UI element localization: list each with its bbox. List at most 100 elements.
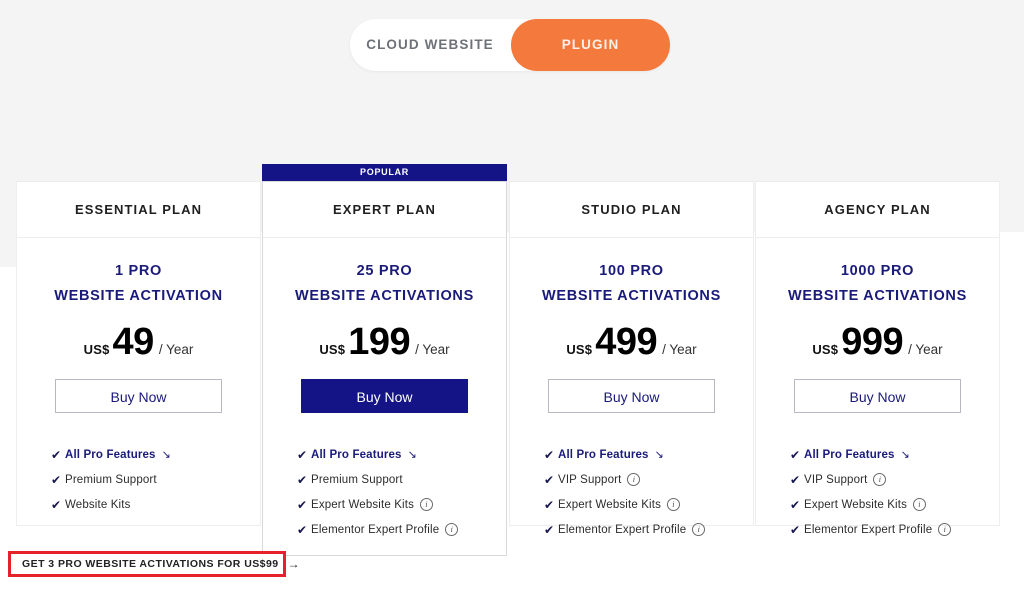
feature-item: ✔ VIP Support i — [544, 467, 753, 492]
price-period: / Year — [908, 342, 943, 357]
plan-title: EXPERT PLAN — [263, 182, 506, 238]
plan-price: US$ 49 / Year — [17, 323, 260, 361]
popular-badge: POPULAR — [262, 164, 507, 181]
info-icon[interactable]: i — [692, 523, 706, 536]
feature-label: Expert Website Kits — [804, 498, 907, 511]
arrow-down-right-icon[interactable]: ↘ — [162, 448, 171, 461]
promo-link-highlight[interactable]: GET 3 PRO WEBSITE ACTIVATIONS FOR US$99 … — [8, 551, 300, 577]
feature-item: ✔ Expert Website Kits i — [544, 492, 753, 517]
check-icon: ✔ — [297, 522, 308, 537]
buy-now-button[interactable]: Buy Now — [794, 379, 961, 413]
feature-item: ✔ Expert Website Kits i — [790, 492, 999, 517]
buy-now-button[interactable]: Buy Now — [301, 379, 468, 413]
check-icon: ✔ — [297, 472, 308, 487]
check-icon: ✔ — [790, 497, 801, 512]
price-currency: US$ — [566, 342, 593, 357]
plan-activation-count: 1000 PRO — [840, 263, 915, 279]
feature-item: ✔ Elementor Expert Profile i — [544, 517, 753, 542]
feature-label: Elementor Expert Profile — [804, 523, 933, 536]
price-amount: 49 — [112, 321, 155, 363]
feature-item: ✔ Premium Support — [297, 467, 506, 492]
price-amount: 499 — [595, 321, 658, 363]
plan-feature-list: ✔ All Pro Features ↘ ✔ Premium Support ✔… — [17, 442, 260, 517]
feature-label: VIP Support — [558, 473, 622, 486]
check-icon: ✔ — [790, 522, 801, 537]
feature-item: ✔ VIP Support i — [790, 467, 999, 492]
feature-label: Elementor Expert Profile — [558, 523, 687, 536]
info-icon[interactable]: i — [419, 498, 433, 511]
plan-card-agency: AGENCY PLAN 1000 PRO WEBSITE ACTIVATIONS… — [755, 181, 1000, 537]
check-icon: ✔ — [51, 497, 62, 512]
plan-body: 1 PRO WEBSITE ACTIVATION US$ 49 / Year B… — [17, 238, 260, 517]
feature-item: ✔ All Pro Features ↘ — [790, 442, 999, 467]
plan-feature-list: ✔ All Pro Features ↘ ✔ VIP Support i ✔ E… — [756, 442, 999, 542]
feature-label: VIP Support — [804, 473, 868, 486]
promo-link-label: GET 3 PRO WEBSITE ACTIVATIONS FOR US$99 — [22, 558, 279, 570]
feature-label: Premium Support — [311, 473, 403, 486]
page-background-left-strip — [0, 232, 16, 267]
buy-now-button[interactable]: Buy Now — [548, 379, 715, 413]
feature-item: ✔ Expert Website Kits i — [297, 492, 506, 517]
arrow-down-right-icon[interactable]: ↘ — [408, 448, 417, 461]
buy-now-button[interactable]: Buy Now — [55, 379, 222, 413]
check-icon: ✔ — [51, 447, 62, 462]
price-currency: US$ — [83, 342, 110, 357]
plan-card-essential: ESSENTIAL PLAN 1 PRO WEBSITE ACTIVATION … — [16, 181, 261, 526]
toggle-option-plugin[interactable]: PLUGIN — [511, 19, 670, 71]
plan-body: 25 PRO WEBSITE ACTIVATIONS US$ 199 / Yea… — [263, 238, 506, 542]
check-icon: ✔ — [544, 522, 555, 537]
feature-label: All Pro Features — [558, 448, 649, 461]
feature-item: ✔ Premium Support — [51, 467, 260, 492]
feature-label: All Pro Features — [804, 448, 895, 461]
plan-activation-count: 25 PRO — [356, 263, 413, 279]
plan-activation-label: WEBSITE ACTIVATIONS — [788, 287, 967, 304]
price-period: / Year — [662, 342, 697, 357]
price-currency: US$ — [319, 342, 346, 357]
arrow-down-right-icon[interactable]: ↘ — [655, 448, 664, 461]
plan-feature-list: ✔ All Pro Features ↘ ✔ VIP Support i ✔ E… — [510, 442, 753, 542]
check-icon: ✔ — [790, 447, 801, 462]
plan-title: ESSENTIAL PLAN — [17, 182, 260, 238]
check-icon: ✔ — [544, 447, 555, 462]
arrow-down-right-icon[interactable]: ↘ — [901, 448, 910, 461]
price-amount: 199 — [348, 321, 411, 363]
info-icon[interactable]: i — [666, 498, 680, 511]
product-type-toggle[interactable]: CLOUD WEBSITE PLUGIN — [350, 19, 670, 71]
price-currency: US$ — [812, 342, 839, 357]
check-icon: ✔ — [790, 472, 801, 487]
info-icon[interactable]: i — [445, 523, 459, 536]
feature-label: Expert Website Kits — [558, 498, 661, 511]
plan-card-expert: EXPERT PLAN 25 PRO WEBSITE ACTIVATIONS U… — [262, 181, 507, 556]
feature-item: ✔ Elementor Expert Profile i — [790, 517, 999, 542]
info-icon[interactable]: i — [873, 473, 887, 486]
check-icon: ✔ — [544, 497, 555, 512]
toggle-option-cloud-website[interactable]: CLOUD WEBSITE — [350, 19, 510, 71]
feature-item: ✔ All Pro Features ↘ — [544, 442, 753, 467]
info-icon[interactable]: i — [912, 498, 926, 511]
plan-body: 1000 PRO WEBSITE ACTIVATIONS US$ 999 / Y… — [756, 238, 999, 542]
plan-activation-label: WEBSITE ACTIVATIONS — [295, 287, 474, 304]
price-amount: 999 — [841, 321, 904, 363]
feature-label: Expert Website Kits — [311, 498, 414, 511]
feature-label: Premium Support — [65, 473, 157, 486]
plan-feature-list: ✔ All Pro Features ↘ ✔ Premium Support ✔… — [263, 442, 506, 542]
plan-activation-count: 1 PRO — [114, 263, 162, 279]
feature-item: ✔ Website Kits — [51, 492, 260, 517]
plan-activation-label: WEBSITE ACTIVATION — [54, 287, 223, 304]
check-icon: ✔ — [297, 447, 308, 462]
plan-price: US$ 999 / Year — [756, 323, 999, 361]
check-icon: ✔ — [51, 472, 62, 487]
plan-body: 100 PRO WEBSITE ACTIVATIONS US$ 499 / Ye… — [510, 238, 753, 542]
pricing-page: CLOUD WEBSITE PLUGIN POPULAR ESSENTIAL P… — [0, 0, 1024, 601]
feature-item: ✔ Elementor Expert Profile i — [297, 517, 506, 542]
plan-price: US$ 499 / Year — [510, 323, 753, 361]
plan-title: AGENCY PLAN — [756, 182, 999, 238]
check-icon: ✔ — [297, 497, 308, 512]
feature-item: ✔ All Pro Features ↘ — [297, 442, 506, 467]
info-icon[interactable]: i — [627, 473, 641, 486]
feature-label: All Pro Features — [65, 448, 156, 461]
plan-activation-label: WEBSITE ACTIVATIONS — [542, 287, 721, 304]
feature-item: ✔ All Pro Features ↘ — [51, 442, 260, 467]
info-icon[interactable]: i — [938, 523, 952, 536]
plan-card-studio: STUDIO PLAN 100 PRO WEBSITE ACTIVATIONS … — [509, 181, 754, 537]
